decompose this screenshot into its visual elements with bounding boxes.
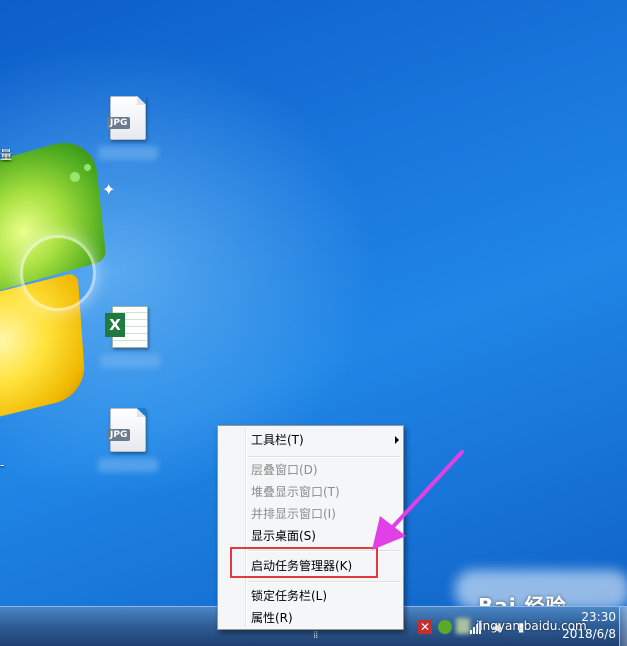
menu-item-side-by-side-windows: 并排显示窗口(I)	[251, 507, 336, 521]
butterfly-icon: ✦	[102, 180, 116, 199]
clock-time[interactable]: 23:30	[560, 610, 616, 624]
tray-blurred-icon[interactable]	[456, 618, 470, 634]
desktop-icon-excel-file[interactable]: X	[100, 306, 160, 368]
menu-item-cascade-windows: 层叠窗口(D)	[251, 463, 318, 477]
menu-item-show-desktop[interactable]: 显示桌面(S)	[251, 527, 316, 545]
sparkle-dot	[70, 172, 80, 182]
taskbar-grip[interactable]: ⁞⁞	[313, 630, 318, 641]
tray-security-icon[interactable]: ✕	[418, 620, 432, 634]
annotation-pointer-arrow	[372, 450, 464, 550]
menu-item-toolbars[interactable]: 工具栏(T)	[251, 431, 399, 449]
menu-item-lock-taskbar[interactable]: 锁定任务栏(L)	[251, 587, 327, 605]
desktop[interactable]: ✦ 量 - JPG X JPG Bai 经验 ⁞⁞ ✕ ◀ ▮ jingyan.…	[0, 0, 627, 646]
logo-glow-ring	[20, 235, 96, 311]
blurred-file-label	[98, 458, 158, 472]
image-file-icon: JPG	[107, 408, 146, 452]
blurred-file-label	[100, 354, 160, 368]
tray-app-icon[interactable]	[438, 620, 452, 634]
desktop-icon-jpg-file[interactable]: JPG	[98, 96, 158, 160]
blurred-file-label	[98, 146, 158, 160]
annotation-highlight-box	[230, 547, 378, 578]
sparkle-dot	[84, 164, 91, 171]
desktop-edge-label: 量	[0, 148, 13, 162]
jpg-badge: JPG	[107, 117, 131, 129]
menu-item-properties[interactable]: 属性(R)	[251, 609, 293, 627]
desktop-icon-jpg-file[interactable]: JPG	[98, 408, 158, 472]
image-file-icon: JPG	[107, 96, 146, 140]
jpg-badge: JPG	[107, 429, 131, 441]
clock-date[interactable]: 2018/6/8	[530, 627, 616, 641]
excel-badge: X	[105, 313, 125, 337]
excel-file-icon: X	[105, 306, 148, 348]
submenu-arrow-icon	[395, 436, 399, 444]
menu-item-stacked-windows: 堆叠显示窗口(T)	[251, 485, 340, 499]
menu-item-label: 工具栏(T)	[251, 433, 304, 447]
menu-separator	[248, 581, 401, 583]
desktop-edge-label: -	[0, 458, 5, 472]
show-desktop-button[interactable]	[619, 607, 627, 646]
